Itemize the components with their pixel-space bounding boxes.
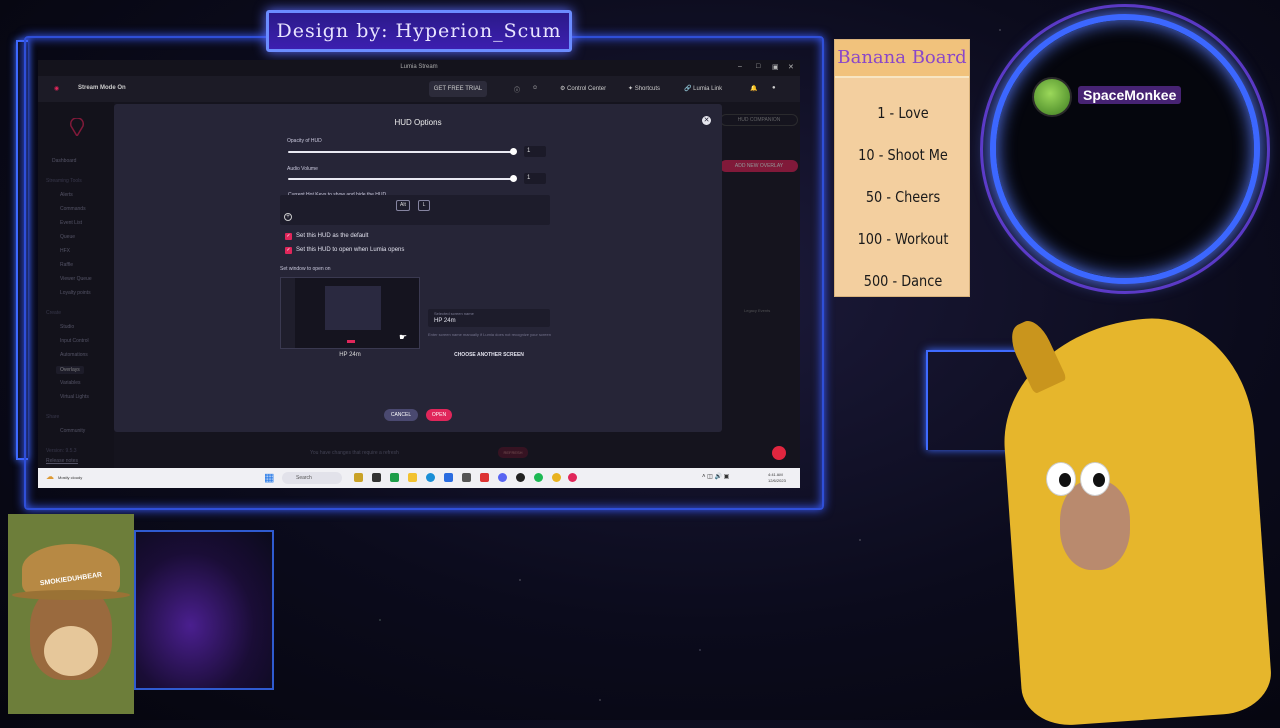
discord-icon[interactable]: [498, 473, 507, 482]
cancel-button[interactable]: CANCEL: [384, 409, 418, 421]
open-button[interactable]: OPEN: [426, 409, 452, 421]
selected-screen-field[interactable]: Selected screen name HP 24m: [428, 309, 550, 327]
folder-icon[interactable]: [408, 473, 417, 482]
restore-icon[interactable]: ▣: [772, 63, 779, 71]
volume-label: Audio Volume: [287, 166, 318, 172]
board-item: 50 - Cheers: [865, 188, 941, 206]
modal-close-icon[interactable]: ✕: [702, 116, 711, 125]
lumia-window: Lumia Stream – □ ▣ ✕ ◉ Stream Mode On GE…: [38, 60, 800, 468]
stream-mode-label: Stream Mode On: [78, 85, 126, 91]
start-icon[interactable]: ▦: [264, 471, 274, 484]
taskbar-clock[interactable]: 4:41 AM 12/6/2023: [768, 472, 786, 484]
default-checkbox-label: Set this HUD as the default: [296, 233, 369, 239]
hotkey-alt: Alt: [396, 200, 410, 211]
preview-modal: [325, 286, 381, 330]
avatar-icon[interactable]: ●: [772, 85, 776, 91]
windows-taskbar: ☁ Mostly cloudy ▦ Search ˄ ◫ 🔊 ▣ 4:41 AM…: [38, 468, 800, 488]
frog-avatar: [1032, 77, 1072, 117]
minimize-icon[interactable]: –: [738, 63, 742, 70]
preview-sidebar: [281, 278, 295, 348]
user-icon[interactable]: ☺: [532, 85, 538, 91]
preview-button: [347, 340, 355, 343]
app-icon-6[interactable]: [480, 473, 489, 482]
banner-text: Design by: Hyperion_Scum: [276, 20, 562, 42]
default-checkbox[interactable]: ✓: [285, 233, 292, 240]
screen-name: HP 24m: [339, 352, 361, 358]
screen-hint: Enter screen name manually if Lumia does…: [428, 332, 551, 337]
app-icon-4[interactable]: [444, 473, 453, 482]
cam-ring: [990, 14, 1260, 284]
shortcuts-link[interactable]: ✦ Shortcuts: [628, 85, 660, 92]
board-title: Banana Board: [835, 40, 969, 78]
taskbar-date: 12/6/2023: [768, 478, 786, 483]
modal-title: HUD Options: [394, 118, 442, 127]
selected-screen-value: HP 24m: [434, 318, 456, 324]
mouse-cursor-icon: ☛: [399, 332, 408, 342]
window-title: Lumia Stream: [400, 64, 438, 70]
control-center-link[interactable]: ⚙ Control Center: [560, 85, 606, 92]
googly-eye-left: [1046, 462, 1076, 496]
opacity-slider[interactable]: [288, 151, 514, 153]
window-label: Set window to open on: [280, 266, 331, 272]
selected-screen-label: Selected screen name: [434, 311, 474, 316]
app-icon-2[interactable]: [372, 473, 381, 482]
help-icon[interactable]: ⓘ: [514, 85, 520, 94]
volume-slider[interactable]: [288, 178, 514, 180]
pupil: [1093, 473, 1105, 487]
close-icon[interactable]: ✕: [788, 63, 794, 71]
taskbar-search[interactable]: Search: [282, 472, 342, 484]
opacity-input[interactable]: 1: [524, 146, 546, 157]
free-trial-button[interactable]: GET FREE TRIAL: [429, 81, 487, 97]
app-icon-3[interactable]: [390, 473, 399, 482]
open-checkbox[interactable]: ✓: [285, 247, 292, 254]
volume-input[interactable]: 1: [524, 173, 546, 184]
opacity-slider-knob[interactable]: [510, 148, 517, 155]
window-titlebar: Lumia Stream – □ ▣ ✕: [38, 60, 800, 76]
choose-screen-button[interactable]: CHOOSE ANOTHER SCREEN: [428, 352, 550, 358]
board-item: 1 - Love: [877, 104, 929, 122]
control-center-label: Control Center: [567, 86, 607, 92]
add-hotkey-icon[interactable]: +: [284, 213, 292, 221]
app-icon-5[interactable]: [462, 473, 471, 482]
bear-avatar: SMOKIEDUHBEAR: [8, 514, 134, 714]
streamer-name: SpaceMonkee: [1078, 86, 1182, 104]
lumia-link[interactable]: 🔗 Lumia Link: [684, 85, 722, 92]
maximize-icon[interactable]: □: [756, 63, 760, 70]
weather-icon[interactable]: ☁: [46, 472, 54, 481]
open-checkbox-label: Set this HUD to open when Lumia opens: [296, 247, 405, 253]
lumia-taskbar-icon[interactable]: [568, 473, 577, 482]
hud-options-modal: HUD Options ✕ Opacity of HUD 1 Audio Vol…: [114, 104, 722, 432]
bell-icon[interactable]: 🔔: [750, 85, 757, 92]
hotkey-l: L: [418, 200, 430, 211]
bear-face: [44, 626, 98, 676]
tray-icons[interactable]: ˄ ◫ 🔊 ▣: [702, 473, 729, 480]
pupil: [1059, 473, 1071, 487]
bear-hat-brim: [12, 590, 130, 600]
weather-text: Mostly cloudy: [58, 475, 83, 480]
volume-slider-knob[interactable]: [510, 175, 517, 182]
googly-eye-right: [1080, 462, 1110, 496]
design-banner: Design by: Hyperion_Scum: [266, 10, 572, 52]
notification-dot-icon[interactable]: [772, 446, 786, 460]
spotify-icon[interactable]: [534, 473, 543, 482]
board-item: 100 - Workout: [857, 230, 949, 248]
app-topbar: ◉ Stream Mode On GET FREE TRIAL ⓘ ☺ ⚙ Co…: [38, 76, 800, 102]
board-item: 500 - Dance: [863, 272, 943, 290]
obs-icon[interactable]: [516, 473, 525, 482]
edge-icon[interactable]: [426, 473, 435, 482]
dna-video-panel: [134, 530, 274, 690]
chrome-icon[interactable]: [552, 473, 561, 482]
hotkeys-box[interactable]: Alt L: [280, 195, 550, 225]
shortcuts-label: Shortcuts: [634, 86, 661, 92]
banana-board: Banana Board 1 - Love 10 - Shoot Me 50 -…: [834, 39, 970, 297]
app-icon-1[interactable]: [354, 473, 363, 482]
opacity-label: Opacity of HUD: [287, 138, 322, 144]
lumia-link-label: Lumia Link: [693, 86, 723, 92]
board-item: 10 - Shoot Me: [858, 146, 948, 164]
stream-mode-icon[interactable]: ◉: [54, 85, 59, 92]
